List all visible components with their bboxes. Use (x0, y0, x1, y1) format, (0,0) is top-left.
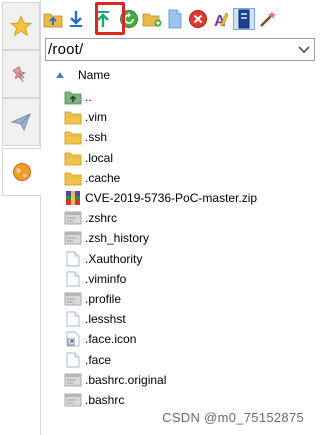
file-name: .zshrc (85, 211, 118, 226)
file-name: .. (85, 90, 92, 105)
parent-folder-button[interactable] (42, 8, 64, 30)
file-name: .Xauthority (85, 251, 143, 266)
list-item[interactable]: .local (64, 148, 314, 168)
list-item[interactable]: .. (64, 87, 314, 107)
file-name: .bashrc.original (85, 372, 167, 387)
script-file-icon (64, 210, 82, 226)
tab-send[interactable] (2, 98, 40, 146)
file-name: .local (85, 150, 114, 165)
list-item[interactable]: .zshrc (64, 208, 314, 228)
list-item[interactable]: .vim (64, 107, 314, 127)
file-name: .face.icon (85, 332, 137, 347)
new-folder-button[interactable] (141, 8, 163, 30)
path-input[interactable]: /root/ (46, 41, 294, 58)
shortcut-file-icon (64, 331, 82, 347)
list-item[interactable]: .ssh (64, 127, 314, 147)
folder-icon (64, 109, 82, 125)
column-name-header[interactable]: Name (78, 68, 110, 82)
tab-favorites[interactable] (2, 2, 40, 50)
folder-up-icon (43, 13, 63, 28)
delete-icon (189, 10, 207, 28)
star-icon (10, 15, 32, 37)
file-name: .face (85, 352, 112, 367)
file-list: .. .vim .ssh .local .cache CVE-2019-5736-PoC-… (64, 87, 314, 410)
script-file-icon (64, 230, 82, 246)
download-icon (70, 11, 82, 27)
folder-icon (64, 170, 82, 186)
toolbar: A (42, 2, 318, 36)
properties-icon (238, 9, 250, 29)
file-icon (64, 352, 82, 368)
file-name: .ssh (85, 130, 108, 145)
script-file-icon (64, 291, 82, 307)
pin-icon (12, 66, 27, 83)
script-file-icon (64, 392, 82, 408)
list-item[interactable]: .bashrc.original (64, 370, 314, 390)
list-item[interactable]: .zsh_history (64, 228, 314, 248)
file-icon (64, 311, 82, 327)
path-combobox[interactable]: /root/ (45, 38, 315, 61)
list-item[interactable]: .face (64, 349, 314, 369)
list-item[interactable]: .lesshst (64, 309, 314, 329)
upload-highlight-box (95, 2, 125, 35)
side-tab-strip (0, 0, 41, 435)
file-icon (64, 251, 82, 267)
file-name: .bashrc (85, 392, 125, 407)
list-item[interactable]: .bashrc (64, 390, 314, 410)
delete-button[interactable] (187, 8, 209, 30)
list-item[interactable]: .viminfo (64, 269, 314, 289)
file-name: .profile (85, 291, 122, 306)
file-name: .viminfo (85, 271, 127, 286)
list-item[interactable]: .Xauthority (64, 249, 314, 269)
list-item[interactable]: .profile (64, 289, 314, 309)
tools-button[interactable] (256, 8, 278, 30)
new-folder-icon (142, 13, 162, 27)
globe-icon (13, 163, 31, 181)
file-name: .lesshst (85, 312, 126, 327)
parent-folder-icon (64, 89, 82, 105)
list-item[interactable]: CVE-2019-5736-PoC-master.zip (64, 188, 314, 208)
file-name: CVE-2019-5736-PoC-master.zip (85, 191, 258, 206)
folder-icon (64, 129, 82, 145)
file-name: .cache (85, 170, 121, 185)
tab-pinned[interactable] (2, 50, 40, 98)
list-header[interactable]: Name (50, 66, 110, 84)
script-file-icon (64, 372, 82, 388)
rename-icon: A (214, 12, 229, 29)
chevron-down-icon[interactable] (294, 40, 314, 60)
list-item[interactable]: .cache (64, 168, 314, 188)
list-item[interactable]: .face.icon (64, 329, 314, 349)
file-name: .zsh_history (85, 231, 150, 246)
zip-archive-icon (64, 190, 82, 206)
rename-button[interactable]: A (210, 8, 232, 30)
folder-icon (64, 150, 82, 166)
send-icon (10, 113, 31, 131)
sort-ascending-icon (55, 70, 65, 80)
download-button[interactable] (65, 8, 87, 30)
file-name: .vim (85, 110, 107, 125)
new-file-button[interactable] (164, 8, 186, 30)
file-icon (64, 271, 82, 287)
tab-remote-files[interactable] (2, 148, 41, 196)
magic-wand-icon (260, 11, 276, 27)
new-file-icon (168, 9, 182, 29)
watermark: CSDN @m0_75152875 (162, 410, 304, 425)
properties-button[interactable] (233, 8, 255, 30)
